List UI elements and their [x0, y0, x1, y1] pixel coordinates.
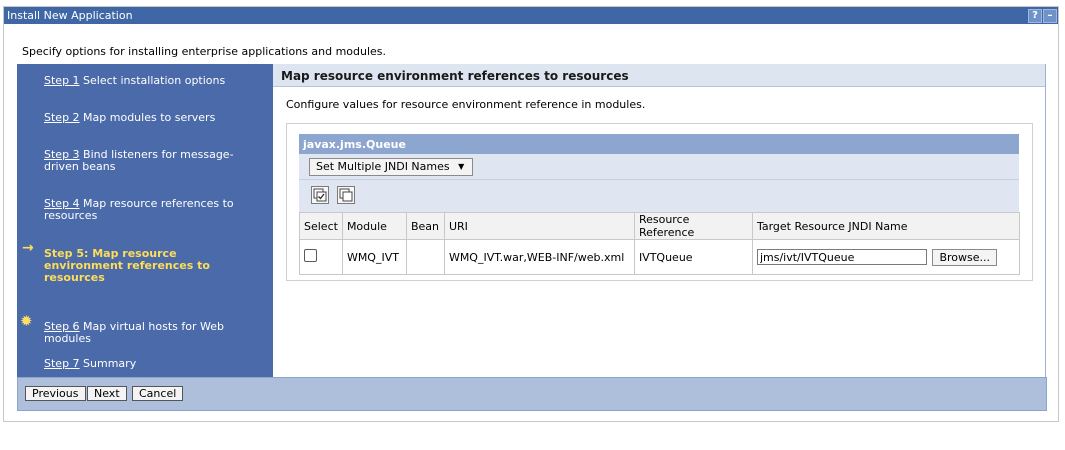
table-title-bar: javax.jms.Queue — [299, 134, 1019, 154]
step-2-label: Step 2 — [44, 111, 80, 124]
deselect-all-icon[interactable] — [337, 186, 355, 204]
step-1-link[interactable]: Step 1 Select installation options — [44, 75, 244, 87]
wizard-steps-sidebar: Step 1 Select installation options Step … — [17, 64, 273, 377]
column-header-bean: Bean — [405, 212, 445, 240]
column-header-select: Select — [299, 212, 343, 240]
title-bar: Install New Application ? – — [4, 7, 1058, 24]
page-instruction: Specify options for installing enterpris… — [22, 45, 387, 58]
step-3-link[interactable]: Step 3 Bind listeners for message-driven… — [44, 149, 244, 173]
help-button[interactable]: ? — [1028, 9, 1042, 23]
section-title: Map resource environment references to r… — [281, 69, 629, 83]
current-step-arrow-icon: → — [22, 240, 34, 256]
column-header-uri: URI — [443, 212, 635, 240]
set-multiple-jndi-names-button[interactable]: Set Multiple JNDI Names ▼ — [309, 158, 474, 176]
resource-reference-cell: IVTQueue — [633, 239, 753, 275]
module-cell: WMQ_IVT — [341, 239, 407, 275]
window-title: Install New Application — [7, 9, 133, 22]
section-header: Map resource environment references to r… — [273, 64, 1045, 87]
previous-button[interactable]: Previous — [25, 386, 86, 401]
step-7-label: Step 7 — [44, 357, 80, 370]
step-2-text: Map modules to servers — [79, 111, 216, 124]
target-jndi-cell: Browse... — [751, 239, 1021, 275]
bean-cell — [405, 239, 445, 275]
browse-button[interactable]: Browse... — [932, 248, 997, 266]
starburst-icon: ✹ — [20, 312, 33, 330]
next-button[interactable]: Next — [87, 386, 127, 401]
target-jndi-name-input[interactable] — [756, 249, 927, 265]
step-7-link[interactable]: Step 7 Summary — [44, 358, 244, 370]
row-select-checkbox[interactable] — [304, 249, 317, 262]
uri-cell: WMQ_IVT.war,WEB-INF/web.xml — [443, 239, 635, 275]
section-description: Configure values for resource environmen… — [286, 98, 646, 111]
column-header-resource-reference: Resource Reference — [633, 212, 753, 240]
step-5-current: Step 5: Map resource environment referen… — [44, 247, 210, 284]
step-6-link[interactable]: Step 6 Map virtual hosts for Web modules — [44, 321, 244, 345]
wizard-footer: Previous Next Cancel — [17, 377, 1047, 411]
select-cell — [299, 239, 343, 275]
table-row: WMQ_IVT WMQ_IVT.war,WEB-INF/web.xml IVTQ… — [299, 239, 1021, 275]
set-multiple-jndi-names-label: Set Multiple JNDI Names — [316, 160, 450, 173]
select-all-icon[interactable] — [311, 186, 329, 204]
table-menu-toolbar: Set Multiple JNDI Names ▼ — [299, 154, 1019, 180]
column-header-module: Module — [341, 212, 407, 240]
table-header-row: Select Module Bean URI Resource Referenc… — [299, 212, 1021, 240]
resource-env-reference-table: Select Module Bean URI Resource Referenc… — [299, 212, 1021, 275]
step-1-label: Step 1 — [44, 74, 80, 87]
step-1-text: Select installation options — [79, 74, 226, 87]
minimize-button[interactable]: – — [1043, 9, 1057, 23]
column-header-target-jndi-name: Target Resource JNDI Name — [751, 212, 1021, 240]
table-title: javax.jms.Queue — [303, 138, 406, 151]
table-icon-toolbar — [299, 180, 1019, 213]
install-wizard-window: Install New Application ? – Specify opti… — [3, 6, 1059, 422]
main-panel: Map resource environment references to r… — [273, 64, 1046, 377]
dropdown-arrow-icon: ▼ — [458, 162, 465, 171]
cancel-button[interactable]: Cancel — [132, 386, 184, 401]
step-4-link[interactable]: Step 4 Map resource references to resour… — [44, 198, 244, 222]
step-2-link[interactable]: Step 2 Map modules to servers — [44, 112, 244, 124]
step-7-text: Summary — [79, 357, 137, 370]
